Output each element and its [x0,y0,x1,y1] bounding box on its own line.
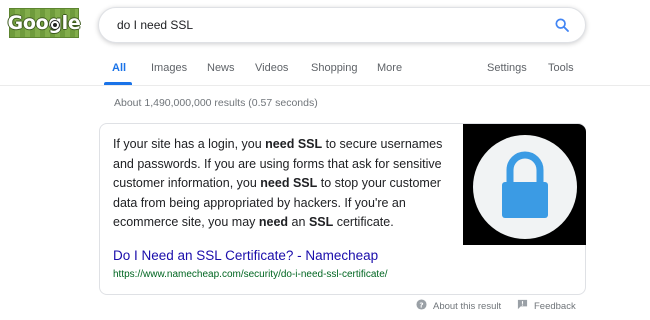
padlock-image[interactable] [463,124,586,245]
featured-snippet-card: If your site has a login, you need SSL t… [99,123,586,295]
result-url[interactable]: https://www.namecheap.com/security/do-i-… [113,269,388,280]
snippet-text-segment: an [288,215,309,229]
about-this-result-label: About this result [433,300,502,312]
result-title-link[interactable]: Do I Need an SSL Certificate? - Namechea… [113,248,378,263]
feedback-icon [517,299,528,313]
google-doodle-logo[interactable]: Google [7,8,81,38]
tab-videos[interactable]: Videos [255,62,288,74]
logo-text: Google [7,12,81,34]
help-icon: ? [416,299,427,313]
tab-all[interactable]: All [112,62,126,74]
feedback-label: Feedback [534,300,576,312]
feedback-link[interactable]: Feedback [517,299,576,313]
search-input[interactable] [117,18,553,32]
snippet-bold-term: need SSL [260,176,318,190]
tab-more[interactable]: More [377,62,402,74]
search-bar [98,7,586,43]
about-this-result[interactable]: ? About this result [416,299,501,313]
tab-news[interactable]: News [207,62,235,74]
result-stats: About 1,490,000,000 results (0.57 second… [114,97,318,109]
tab-shopping[interactable]: Shopping [311,62,358,74]
settings-link[interactable]: Settings [487,62,527,74]
search-icon[interactable] [553,16,571,34]
snippet-bold-term: SSL [308,215,334,229]
snippet-text-segment: certificate. [333,215,394,229]
active-tab-indicator [104,82,132,85]
svg-text:?: ? [419,300,423,309]
tab-images[interactable]: Images [151,62,187,74]
soccer-ball-icon [50,20,60,30]
snippet-bold-term: need SSL [265,137,323,151]
search-tabs: All Images News Videos Shopping More Set… [0,56,650,86]
tools-link[interactable]: Tools [548,62,574,74]
snippet-text-segment: If your site has a login, you [113,137,266,151]
snippet-text: If your site has a login, you need SSL t… [113,135,453,233]
snippet-bold-term: need [258,215,289,229]
